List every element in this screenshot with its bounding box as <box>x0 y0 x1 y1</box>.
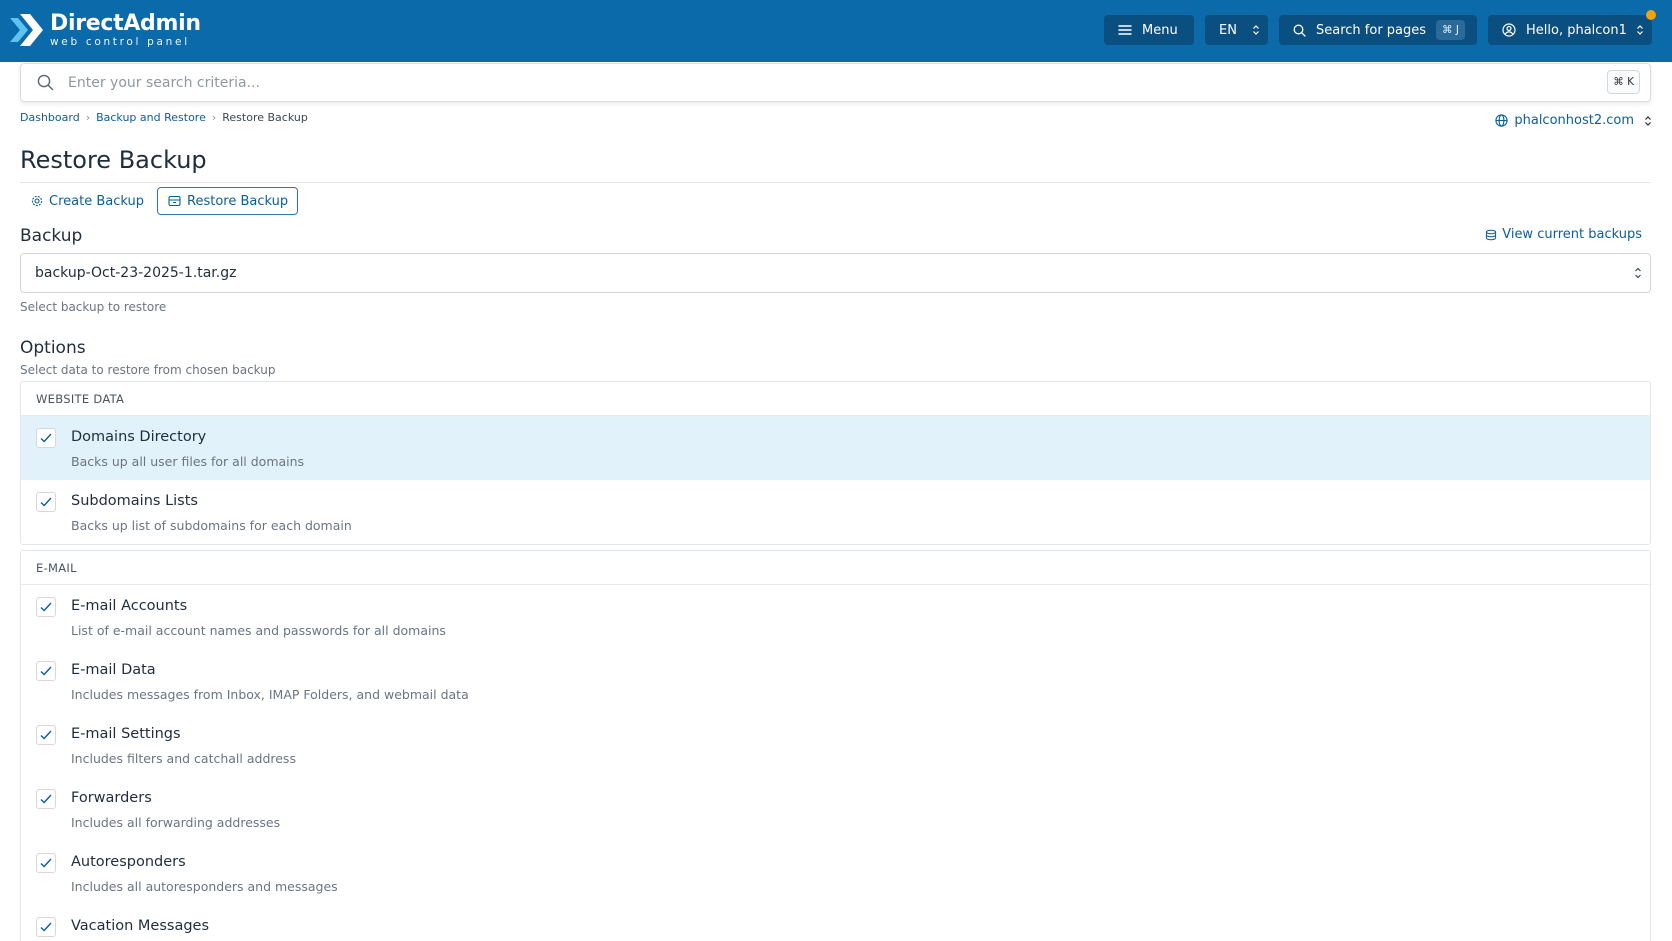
language-label: EN <box>1219 22 1237 38</box>
tab-restore-backup-label: Restore Backup <box>187 193 289 209</box>
page-search-button[interactable]: Search for pages ⌘ J <box>1279 15 1477 45</box>
top-bar: DirectAdmin web control panel Menu EN Se… <box>0 0 1672 62</box>
breadcrumb-current: Restore Backup <box>222 111 308 124</box>
checkmark-icon <box>40 922 52 932</box>
directadmin-chevron-logo-icon <box>10 14 43 46</box>
checkbox-email-settings[interactable] <box>36 725 56 745</box>
brand-logo[interactable]: DirectAdmin web control panel <box>8 7 201 53</box>
chevron-updown-icon <box>1634 266 1642 284</box>
view-current-backups-link[interactable]: View current backups <box>1485 227 1642 242</box>
option-autoresponders[interactable]: Autoresponders Includes all autoresponde… <box>21 841 1650 905</box>
backup-heading: Backup <box>20 226 83 246</box>
option-description: List of e-mail account names and passwor… <box>71 623 446 638</box>
option-label: Forwarders <box>71 790 152 806</box>
website-data-group: WEBSITE DATA Domains Directory Backs up … <box>20 381 1651 545</box>
option-label: E-mail Accounts <box>71 598 188 614</box>
checkmark-icon <box>40 666 52 676</box>
option-description: Backs up all user files for all domains <box>71 454 305 469</box>
brand-subtitle: web control panel <box>50 35 190 48</box>
option-description: Backs up list of subdomains for each dom… <box>71 518 352 533</box>
option-label: Autoresponders <box>71 854 186 870</box>
search-shortcut: ⌘ K <box>1607 70 1640 94</box>
option-label: Vacation Messages <box>71 918 210 934</box>
backup-select[interactable]: backup-Oct-23-2025-1.tar.gz <box>20 253 1651 293</box>
search-input[interactable] <box>68 74 1518 91</box>
search-icon <box>37 74 54 91</box>
language-select[interactable]: EN <box>1205 15 1268 45</box>
checkbox-email-data[interactable] <box>36 661 56 681</box>
breadcrumb: Dashboard › Backup and Restore › Restore… <box>20 111 308 124</box>
option-description: Includes all forwarding addresses <box>71 815 281 830</box>
menu-label: Menu <box>1142 22 1178 38</box>
database-icon <box>1485 229 1497 241</box>
checkbox-vacation-messages[interactable] <box>36 917 56 937</box>
user-circle-icon <box>1502 23 1516 37</box>
option-forwarders[interactable]: Forwarders Includes all forwarding addre… <box>21 777 1650 841</box>
breadcrumb-backup-and-restore[interactable]: Backup and Restore <box>96 111 206 124</box>
options-heading: Options <box>20 338 86 358</box>
user-greeting: Hello, phalcon1 <box>1526 22 1627 38</box>
backup-select-value: backup-Oct-23-2025-1.tar.gz <box>35 265 237 281</box>
view-current-backups-label: View current backups <box>1502 227 1642 242</box>
checkmark-icon <box>40 794 52 804</box>
option-label: Subdomains Lists <box>71 493 198 509</box>
breadcrumb-dashboard[interactable]: Dashboard <box>20 111 80 124</box>
checkbox-forwarders[interactable] <box>36 789 56 809</box>
menu-button[interactable]: Menu <box>1104 15 1194 45</box>
option-domains-directory[interactable]: Domains Directory Backs up all user file… <box>21 416 1650 480</box>
search-icon <box>1293 24 1306 37</box>
tab-restore-backup[interactable]: Restore Backup <box>157 187 298 215</box>
global-search-bar: ⌘ K <box>20 63 1651 102</box>
domain-selector-value: phalconhost2.com <box>1514 113 1634 128</box>
checkbox-email-accounts[interactable] <box>36 597 56 617</box>
backup-help-text: Select backup to restore <box>20 300 167 314</box>
option-subdomains-lists[interactable]: Subdomains Lists Backs up list of subdom… <box>21 480 1650 544</box>
checkmark-icon <box>40 730 52 740</box>
option-description: Includes messages from Inbox, IMAP Folde… <box>71 687 469 702</box>
option-label: Domains Directory <box>71 429 207 445</box>
user-menu-button[interactable]: Hello, phalcon1 <box>1488 15 1652 45</box>
option-description: Includes filters and catchall address <box>71 751 296 766</box>
tab-create-backup[interactable]: Create Backup <box>20 187 150 215</box>
title-divider <box>20 182 1651 183</box>
checkbox-subdomains-lists[interactable] <box>36 492 56 512</box>
option-label: E-mail Data <box>71 662 156 678</box>
page-search-shortcut: ⌘ J <box>1436 20 1465 40</box>
checkbox-domains-directory[interactable] <box>36 428 56 448</box>
option-email-accounts[interactable]: E-mail Accounts List of e-mail account n… <box>21 585 1650 649</box>
page-title: Restore Backup <box>20 146 207 174</box>
chevron-updown-icon <box>1636 24 1644 36</box>
notification-dot[interactable] <box>1646 10 1656 20</box>
gear-icon <box>31 195 43 207</box>
checkbox-autoresponders[interactable] <box>36 853 56 873</box>
option-vacation-messages[interactable]: Vacation Messages <box>21 905 1650 941</box>
option-email-settings[interactable]: E-mail Settings Includes filters and cat… <box>21 713 1650 777</box>
checkmark-icon <box>40 858 52 868</box>
archive-icon <box>168 195 181 207</box>
option-label: E-mail Settings <box>71 726 181 742</box>
group-header: E-MAIL <box>21 551 1650 585</box>
page-search-label: Search for pages <box>1316 22 1427 38</box>
email-group: E-MAIL E-mail Accounts List of e-mail ac… <box>20 550 1651 941</box>
group-header: WEBSITE DATA <box>21 382 1650 416</box>
checkmark-icon <box>40 497 52 507</box>
chevron-right-icon: › <box>211 111 217 124</box>
chevron-updown-icon <box>1644 115 1652 127</box>
checkmark-icon <box>40 433 52 443</box>
chevron-right-icon: › <box>85 111 91 124</box>
domain-selector[interactable]: phalconhost2.com <box>1495 113 1652 128</box>
checkmark-icon <box>40 602 52 612</box>
brand-title: DirectAdmin <box>50 10 201 36</box>
options-help-text: Select data to restore from chosen backu… <box>20 363 276 377</box>
globe-icon <box>1495 114 1509 127</box>
option-email-data[interactable]: E-mail Data Includes messages from Inbox… <box>21 649 1650 713</box>
tab-create-backup-label: Create Backup <box>49 193 144 209</box>
option-description: Includes all autoresponders and messages <box>71 879 338 894</box>
chevron-updown-icon <box>1252 24 1260 36</box>
hamburger-icon <box>1118 24 1132 36</box>
